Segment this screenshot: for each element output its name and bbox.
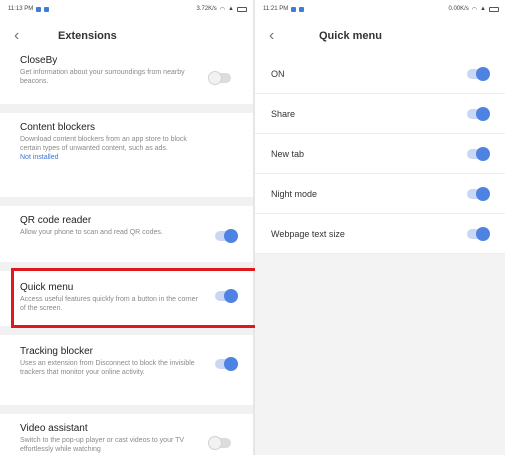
toggle-knob bbox=[476, 187, 490, 201]
extension-description: Access useful features quickly from a bu… bbox=[20, 296, 198, 312]
quick-menu-row-share[interactable]: Share bbox=[255, 94, 505, 134]
wifi-icon: ◠ bbox=[471, 6, 478, 13]
divider bbox=[0, 104, 253, 113]
quick-menu-row-webpage-text-size[interactable]: Webpage text size bbox=[255, 214, 505, 254]
divider bbox=[0, 197, 253, 206]
toggle-knob bbox=[476, 227, 490, 241]
toggle-knob bbox=[476, 107, 490, 121]
toggle-knob bbox=[208, 436, 222, 450]
divider bbox=[0, 326, 253, 335]
notification-icon bbox=[291, 6, 297, 12]
back-arrow-icon[interactable]: ‹ bbox=[14, 27, 44, 45]
toggle-knob bbox=[224, 357, 238, 371]
extension-quick-menu[interactable]: Quick menu Access useful features quickl… bbox=[0, 271, 253, 326]
page-title: Extensions bbox=[58, 30, 117, 42]
row-label: Night mode bbox=[271, 188, 318, 199]
extension-name: CloseBy bbox=[20, 55, 58, 66]
signal-icon: ▲ bbox=[480, 6, 486, 12]
battery-icon bbox=[237, 6, 247, 12]
extension-description: Switch to the pop-up player or cast vide… bbox=[20, 437, 185, 453]
extension-closeby[interactable]: CloseBy Get information about your surro… bbox=[0, 54, 253, 104]
quick-menu-screen: 11:21 PM 0.00K/s ◠ ▲ ‹ Quick menu ON Share… bbox=[255, 0, 505, 455]
extension-qr-code-reader[interactable]: QR code reader Allow your phone to scan … bbox=[0, 206, 253, 262]
row-label: ON bbox=[271, 68, 285, 79]
divider bbox=[0, 405, 253, 414]
tracking-blocker-toggle[interactable] bbox=[215, 357, 238, 371]
network-speed: 3.72K/s bbox=[196, 6, 217, 12]
extension-description: Allow your phone to scan and read QR cod… bbox=[20, 229, 163, 236]
webpage-text-size-toggle[interactable] bbox=[467, 227, 490, 241]
notification-icon bbox=[36, 6, 42, 12]
extension-name: QR code reader bbox=[20, 215, 92, 226]
status-bar: 11:21 PM 0.00K/s ◠ ▲ bbox=[255, 0, 505, 18]
not-installed-link[interactable]: Not installed bbox=[20, 153, 201, 162]
row-label: New tab bbox=[271, 148, 305, 159]
status-time: 11:13 PM bbox=[8, 6, 34, 12]
extension-tracking-blocker[interactable]: Tracking blocker Uses an extension from … bbox=[0, 335, 253, 405]
quick-menu-toggle[interactable] bbox=[215, 289, 238, 303]
battery-icon bbox=[489, 6, 499, 12]
wifi-icon: ◠ bbox=[219, 6, 226, 13]
new-tab-toggle[interactable] bbox=[467, 147, 490, 161]
row-label: Share bbox=[271, 108, 296, 119]
closeby-toggle[interactable] bbox=[208, 71, 231, 85]
back-arrow-icon[interactable]: ‹ bbox=[269, 27, 299, 45]
status-bar: 11:13 PM 3.72K/s ◠ ▲ bbox=[0, 0, 253, 18]
extension-name: Quick menu bbox=[20, 282, 74, 293]
toggle-knob bbox=[476, 147, 490, 161]
status-time: 11:21 PM bbox=[263, 6, 289, 12]
night-mode-toggle[interactable] bbox=[467, 187, 490, 201]
quick-menu-row-on[interactable]: ON bbox=[255, 54, 505, 94]
signal-icon: ▲ bbox=[228, 6, 234, 12]
quick-menu-on-toggle[interactable] bbox=[467, 67, 490, 81]
network-speed: 0.00K/s bbox=[448, 6, 469, 12]
extension-content-blockers[interactable]: Content blockers Download content blocke… bbox=[0, 113, 253, 197]
extension-name: Video assistant bbox=[20, 423, 88, 434]
toggle-knob bbox=[224, 289, 238, 303]
row-label: Webpage text size bbox=[271, 228, 345, 239]
app-bar: ‹ Extensions bbox=[0, 18, 253, 54]
extensions-screen: 11:13 PM 3.72K/s ◠ ▲ ‹ Extensions CloseBy … bbox=[0, 0, 253, 455]
quick-menu-row-night-mode[interactable]: Night mode bbox=[255, 174, 505, 214]
extension-description: Uses an extension from Disconnect to blo… bbox=[20, 360, 195, 376]
toggle-knob bbox=[224, 229, 238, 243]
toggle-knob bbox=[476, 67, 490, 81]
notification-icon bbox=[44, 6, 50, 12]
page-title: Quick menu bbox=[319, 30, 382, 42]
notification-icon bbox=[299, 6, 305, 12]
quick-menu-row-new-tab[interactable]: New tab bbox=[255, 134, 505, 174]
extension-description: Get information about your surroundings … bbox=[20, 69, 185, 85]
toggle-knob bbox=[208, 71, 222, 85]
extension-name: Tracking blocker bbox=[20, 346, 93, 357]
divider bbox=[0, 262, 253, 271]
app-bar: ‹ Quick menu bbox=[255, 18, 505, 54]
extension-description: Download content blockers from an app st… bbox=[20, 136, 187, 152]
extension-video-assistant[interactable]: Video assistant Switch to the pop-up pla… bbox=[0, 414, 253, 455]
share-toggle[interactable] bbox=[467, 107, 490, 121]
qr-code-reader-toggle[interactable] bbox=[215, 229, 238, 243]
video-assistant-toggle[interactable] bbox=[208, 436, 231, 450]
extension-name: Content blockers bbox=[20, 122, 96, 133]
